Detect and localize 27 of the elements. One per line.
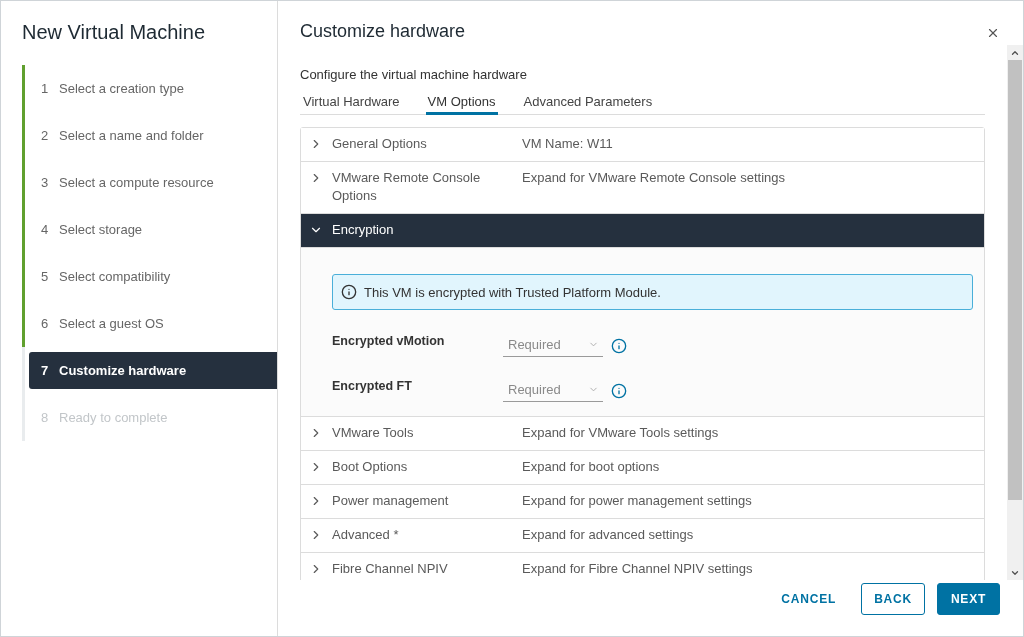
tab[interactable]: Virtual Hardware <box>301 90 402 115</box>
wizard-step[interactable]: 6 Select a guest OS <box>29 305 277 342</box>
field-label: Encrypted vMotion <box>332 333 446 350</box>
info-icon <box>341 284 357 300</box>
back-button[interactable]: BACK <box>861 583 925 615</box>
alert-text: This VM is encrypted with Trusted Platform Module. <box>364 284 661 300</box>
panel-title: Customize hardware <box>300 20 466 42</box>
panel-subtitle: Configure the virtual machine hardware <box>300 66 528 84</box>
wizard-step[interactable]: 7 Customize hardware <box>29 352 277 389</box>
wizard-title: New Virtual Machine <box>22 20 207 44</box>
wizard-step[interactable]: 5 Select compatibility <box>29 258 277 295</box>
wizard-step[interactable]: 1 Select a creation type <box>29 70 277 107</box>
section-header[interactable]: General Options VM Name: W11 <box>301 128 984 162</box>
wizard-step[interactable]: 4 Select storage <box>29 211 277 248</box>
tab[interactable]: Advanced Parameters <box>521 90 655 115</box>
scrollbar[interactable] <box>1007 45 1023 580</box>
tab[interactable]: VM Options <box>425 90 498 115</box>
scrollbar-thumb[interactable] <box>1008 60 1022 500</box>
next-button[interactable]: NEXT <box>937 583 1000 615</box>
info-icon[interactable] <box>611 338 627 354</box>
wizard-step[interactable]: 3 Select a compute resource <box>29 164 277 201</box>
close-icon[interactable] <box>986 26 1000 40</box>
section-header[interactable]: Encryption <box>301 214 984 248</box>
wizard-step[interactable]: 2 Select a name and folder <box>29 117 277 154</box>
info-icon[interactable] <box>611 383 627 399</box>
cancel-button[interactable]: CANCEL <box>768 583 850 615</box>
field-label: Encrypted FT <box>332 378 413 395</box>
